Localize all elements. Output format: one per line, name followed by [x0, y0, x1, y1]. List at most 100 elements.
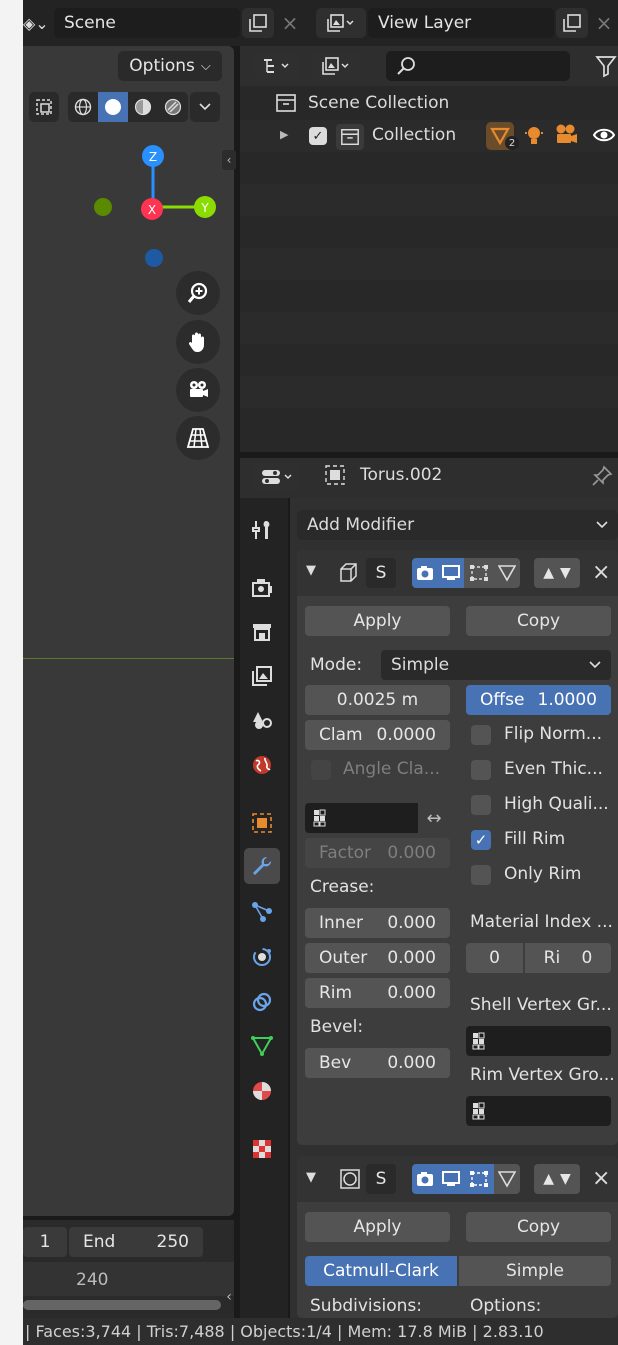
- tab-texture[interactable]: [244, 1131, 280, 1167]
- move-up-icon[interactable]: ▲: [543, 1171, 554, 1187]
- collapse-arrow-icon[interactable]: ▼: [306, 1170, 316, 1185]
- even-thickness-checkbox[interactable]: [471, 760, 491, 780]
- navigation-gizmo[interactable]: Z Y X: [88, 140, 223, 270]
- pan-hand-icon[interactable]: [176, 320, 220, 364]
- simple-subdiv-option[interactable]: Simple: [459, 1256, 611, 1286]
- clamp-field[interactable]: Clam 0.0000: [305, 720, 450, 750]
- move-down-icon[interactable]: ▼: [560, 1171, 571, 1187]
- sidebar-toggle-icon[interactable]: ‹: [222, 150, 236, 170]
- outliner-search-input[interactable]: [386, 51, 570, 81]
- show-in-viewport-icon[interactable]: [438, 1164, 464, 1194]
- add-modifier-dropdown[interactable]: Add Modifier: [297, 510, 618, 540]
- mod2-name-toggle[interactable]: S: [366, 1164, 396, 1194]
- show-in-render-icon[interactable]: [464, 1164, 494, 1194]
- new-scene-icon[interactable]: [242, 8, 274, 38]
- mod1-apply-button[interactable]: Apply: [305, 606, 450, 636]
- tab-output[interactable]: [244, 614, 280, 650]
- bevel-convex-field[interactable]: Bev 0.000: [305, 1048, 450, 1078]
- tab-physics[interactable]: [244, 939, 280, 975]
- display-mode-icon[interactable]: [254, 51, 300, 81]
- mod1-remove-icon[interactable]: ×: [592, 560, 610, 585]
- mod2-remove-icon[interactable]: ×: [592, 1166, 610, 1191]
- mod2-apply-button[interactable]: Apply: [305, 1212, 450, 1242]
- new-view-layer-icon[interactable]: [556, 8, 588, 38]
- material-shading-icon[interactable]: [128, 92, 158, 122]
- tab-view-layer[interactable]: [244, 658, 280, 694]
- on-cage-icon[interactable]: [494, 1164, 520, 1194]
- timeline-collapse-icon[interactable]: ‹: [222, 1287, 236, 1307]
- editor-type-icon[interactable]: [253, 462, 301, 492]
- mod2-move-buttons[interactable]: ▲ ▼: [534, 1164, 580, 1194]
- flip-normals-checkbox[interactable]: [471, 725, 491, 745]
- shell-vertex-group-field[interactable]: [466, 1026, 611, 1056]
- wireframe-shading-icon[interactable]: [68, 92, 98, 122]
- tab-world[interactable]: [244, 747, 280, 783]
- delete-view-layer-icon[interactable]: ×: [590, 8, 618, 38]
- end-frame-field[interactable]: End 250: [69, 1227, 203, 1257]
- tab-scene[interactable]: [244, 702, 280, 738]
- view-layer-selector-icon[interactable]: [316, 8, 366, 38]
- solid-shading-icon[interactable]: [98, 92, 128, 122]
- angle-clamp-checkbox[interactable]: [311, 760, 331, 780]
- filter-funnel-icon[interactable]: [594, 54, 618, 80]
- shading-options-chevron-icon[interactable]: [190, 92, 220, 122]
- camera-object-icon[interactable]: [553, 123, 579, 152]
- pin-icon[interactable]: [590, 464, 614, 493]
- scene-name-field[interactable]: Scene: [54, 8, 240, 38]
- tab-render[interactable]: [244, 570, 280, 606]
- show-in-viewport-icon[interactable]: [438, 558, 464, 588]
- rim-crease-field[interactable]: Rim 0.000: [305, 978, 450, 1008]
- mod2-copy-button[interactable]: Copy: [466, 1212, 611, 1242]
- xray-toggle-icon[interactable]: [29, 92, 59, 122]
- perspective-grid-icon[interactable]: [176, 416, 220, 460]
- vertex-group-field[interactable]: ↔: [305, 803, 450, 833]
- scene-selector-icon[interactable]: ◈⌄: [23, 8, 53, 38]
- rim-vertex-group-field[interactable]: [466, 1096, 611, 1126]
- camera-view-icon[interactable]: [176, 368, 220, 412]
- only-rim-checkbox[interactable]: [471, 865, 491, 885]
- tab-material[interactable]: [244, 1073, 280, 1109]
- material-sphere-icon: [253, 1082, 271, 1100]
- view-layer-field[interactable]: View Layer: [368, 8, 554, 38]
- options-dropdown[interactable]: Options ⌵: [118, 51, 222, 81]
- mode-select[interactable]: Simple: [381, 650, 611, 680]
- show-in-editmode-icon[interactable]: [412, 558, 438, 588]
- timeline-scrollbar[interactable]: [23, 1300, 221, 1310]
- start-frame-field[interactable]: 1: [23, 1227, 67, 1257]
- mod1-move-buttons[interactable]: ▲ ▼: [534, 558, 580, 588]
- collection-enable-checkbox[interactable]: ✓: [309, 127, 327, 145]
- offset-field[interactable]: Offse 1.0000: [466, 685, 611, 715]
- move-up-icon[interactable]: ▲: [543, 565, 554, 581]
- show-in-editmode-icon[interactable]: [412, 1164, 438, 1194]
- frame-ruler[interactable]: [23, 1262, 234, 1296]
- light-icon[interactable]: [523, 124, 545, 153]
- mod1-copy-button[interactable]: Copy: [466, 606, 611, 636]
- invert-arrows-icon[interactable]: ↔: [418, 803, 450, 833]
- visibility-eye-icon[interactable]: [592, 126, 616, 149]
- inner-crease-field[interactable]: Inner 0.000: [305, 908, 450, 938]
- rendered-shading-icon[interactable]: [158, 92, 188, 122]
- fill-rim-checkbox[interactable]: ✓: [471, 830, 491, 850]
- filter-view-layer-icon[interactable]: [312, 51, 360, 81]
- collapse-arrow-icon[interactable]: ▼: [306, 563, 316, 578]
- on-cage-icon[interactable]: [494, 558, 520, 588]
- outer-crease-field[interactable]: Outer 0.000: [305, 943, 450, 973]
- factor-field[interactable]: Factor 0.000: [305, 838, 450, 868]
- high-quality-checkbox[interactable]: [471, 795, 491, 815]
- tab-object[interactable]: [244, 805, 280, 841]
- material-offset-field[interactable]: 0: [466, 943, 523, 973]
- catmull-clark-option[interactable]: Catmull-Clark: [305, 1256, 457, 1286]
- tab-particles[interactable]: [244, 894, 280, 930]
- show-in-render-icon[interactable]: [464, 558, 494, 588]
- expand-arrow-icon[interactable]: ▶: [280, 128, 288, 141]
- zoom-icon[interactable]: [176, 271, 220, 315]
- tab-mesh-data[interactable]: [244, 1028, 280, 1064]
- tab-tool[interactable]: [244, 512, 280, 548]
- thickness-field[interactable]: 0.0025 m: [305, 685, 450, 715]
- mod1-name-toggle[interactable]: S: [366, 558, 396, 588]
- rim-material-offset-field[interactable]: Ri 0: [525, 943, 611, 973]
- tab-constraints[interactable]: [244, 984, 280, 1020]
- tab-modifiers[interactable]: [244, 848, 280, 884]
- move-down-icon[interactable]: ▼: [560, 565, 571, 581]
- delete-scene-icon[interactable]: ×: [276, 8, 304, 38]
